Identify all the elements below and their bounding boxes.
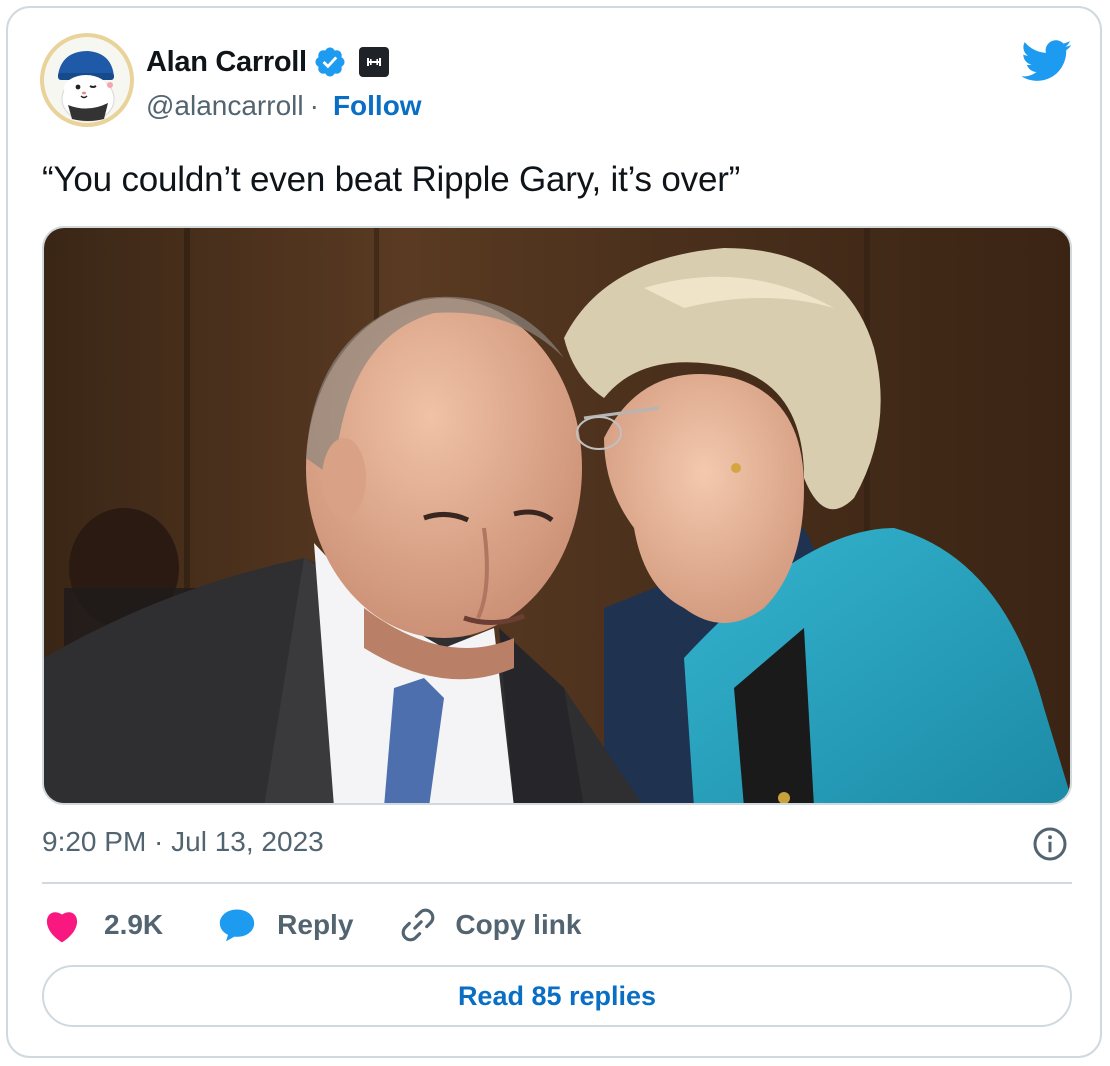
avatar[interactable] bbox=[40, 33, 134, 127]
read-replies-button[interactable]: Read 85 replies bbox=[42, 965, 1072, 1027]
affiliate-badge-icon bbox=[358, 47, 389, 77]
tweet-actions: 2.9K Reply Copy link bbox=[42, 904, 581, 946]
divider bbox=[42, 882, 1072, 884]
author-name-row: Alan Carroll bbox=[146, 42, 389, 82]
info-icon[interactable] bbox=[1032, 826, 1068, 862]
tweet-timestamp[interactable]: 9:20 PM · Jul 13, 2023 bbox=[42, 826, 324, 858]
reply-button[interactable]: Reply bbox=[217, 907, 353, 943]
author-handle[interactable]: @alancarroll bbox=[146, 90, 304, 122]
photo-illustration bbox=[44, 228, 1070, 803]
like-button[interactable]: 2.9K bbox=[42, 907, 163, 943]
separator: · bbox=[309, 90, 319, 121]
author-name[interactable]: Alan Carroll bbox=[146, 46, 307, 79]
follow-button[interactable]: Follow bbox=[333, 90, 422, 122]
tweet-photo[interactable] bbox=[42, 226, 1072, 805]
heart-icon bbox=[46, 912, 78, 943]
tweet-embed-card: Alan Carroll @alancarroll · Follow “You … bbox=[6, 6, 1102, 1058]
tweet-text: “You couldn’t even beat Ripple Gary, it’… bbox=[42, 160, 741, 199]
reply-label: Reply bbox=[277, 909, 354, 940]
author-handle-row: @alancarroll · Follow bbox=[146, 90, 422, 122]
like-count: 2.9K bbox=[104, 909, 164, 940]
reply-bubble-icon bbox=[219, 909, 255, 942]
cartoon-seal-avatar-icon bbox=[44, 37, 130, 123]
link-icon bbox=[402, 908, 435, 942]
twitter-bird-icon[interactable] bbox=[1022, 40, 1072, 82]
verified-badge-icon bbox=[315, 47, 345, 77]
copy-link-button[interactable]: Copy link bbox=[399, 906, 581, 944]
copy-link-label: Copy link bbox=[455, 909, 582, 940]
